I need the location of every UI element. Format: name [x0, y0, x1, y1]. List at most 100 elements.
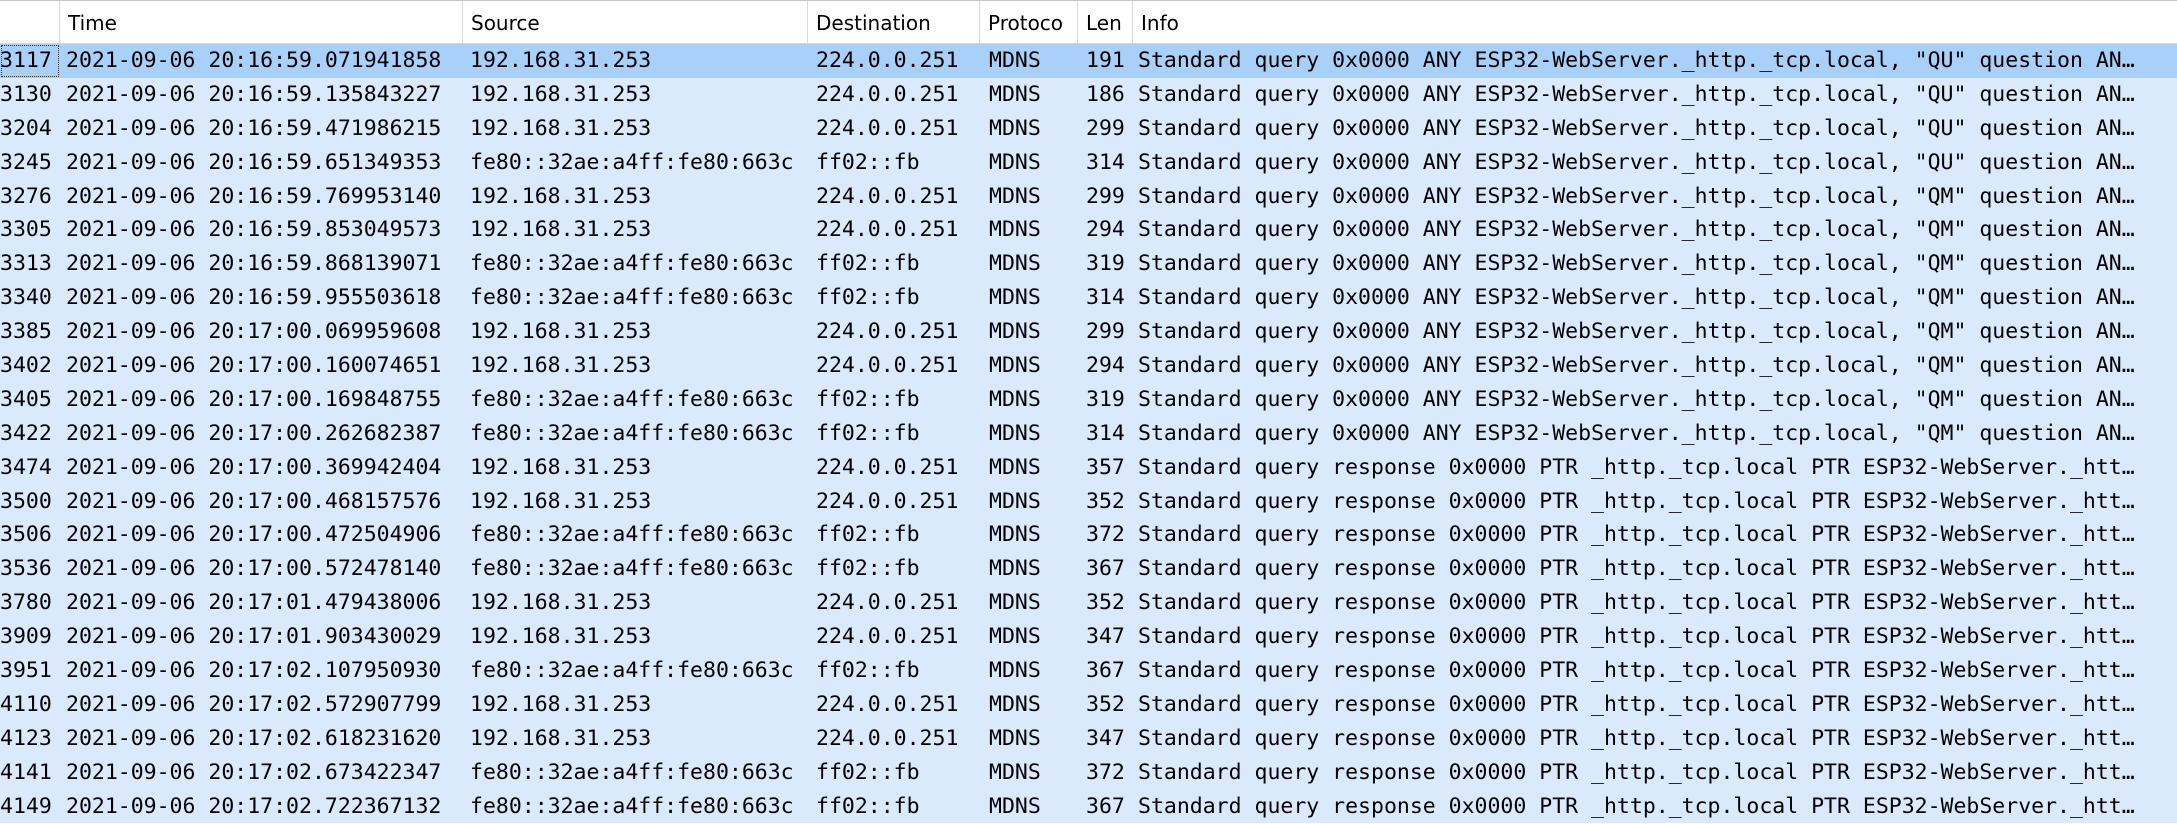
packet-info: Standard query response 0x0000 PTR _http… [1138, 590, 2135, 616]
packet-length: 367 [1086, 556, 1125, 582]
packet-protocol: MDNS [989, 149, 1041, 175]
packet-destination: 224.0.0.251 [816, 319, 959, 345]
table-row[interactable]: 3340 2021-09-06 20:16:59.955503618 fe80::3… [0, 281, 2177, 316]
table-row[interactable]: 3780 2021-09-06 20:17:01.479438006 192.168… [0, 586, 2177, 621]
packet-protocol: MDNS [989, 386, 1041, 412]
packet-protocol: MDNS [989, 454, 1041, 480]
packet-destination: 224.0.0.251 [816, 115, 959, 141]
packet-protocol: MDNS [989, 793, 1041, 819]
packet-number: 3506 [0, 522, 52, 548]
table-row[interactable]: 3117 2021-09-06 20:16:59.071941858 192.168… [0, 44, 2177, 78]
packet-length: 367 [1086, 793, 1125, 819]
packet-destination: ff02::fb [816, 386, 920, 412]
packet-number: 3500 [0, 488, 52, 514]
packet-destination: 224.0.0.251 [816, 454, 959, 480]
packet-number: 3422 [0, 420, 52, 446]
packet-info: Standard query 0x0000 ANY ESP32-WebServe… [1138, 115, 2135, 141]
table-row[interactable]: 3951 2021-09-06 20:17:02.107950930 fe80::3… [0, 654, 2177, 688]
table-row[interactable]: 3276 2021-09-06 20:16:59.769953140 192.168… [0, 179, 2177, 214]
packet-info: Standard query response 0x0000 PTR _http… [1138, 725, 2135, 751]
packet-number: 4123 [0, 725, 52, 751]
table-row[interactable]: 3402 2021-09-06 20:17:00.160074651 192.168… [0, 349, 2177, 383]
packet-number: 3474 [0, 454, 52, 480]
packet-protocol: MDNS [989, 81, 1041, 107]
packet-info: Standard query response 0x0000 PTR _http… [1138, 691, 2135, 717]
packet-protocol: MDNS [989, 251, 1041, 277]
packet-destination: ff02::fb [816, 793, 920, 819]
packet-source: fe80::32ae:a4ff:fe80:663c [470, 149, 794, 175]
packet-length: 186 [1086, 81, 1125, 107]
table-row[interactable]: 3130 2021-09-06 20:16:59.135843227 192.168… [0, 77, 2177, 112]
column-header-time[interactable]: Time [60, 1, 463, 43]
table-row[interactable]: 4141 2021-09-06 20:17:02.673422347 fe80::3… [0, 755, 2177, 790]
packet-number: 4110 [0, 691, 52, 717]
packet-info: Standard query response 0x0000 PTR _http… [1138, 759, 2135, 785]
column-header-protocol[interactable]: Protoco [980, 1, 1078, 43]
packet-length: 347 [1086, 725, 1125, 751]
table-row[interactable]: 3305 2021-09-06 20:16:59.853049573 192.168… [0, 213, 2177, 248]
column-header-length[interactable]: Len [1078, 1, 1133, 43]
table-row[interactable]: 3204 2021-09-06 20:16:59.471986215 192.168… [0, 111, 2177, 146]
packet-info: Standard query response 0x0000 PTR _http… [1138, 624, 2135, 650]
packet-length: 314 [1086, 420, 1125, 446]
column-header-no[interactable] [0, 1, 60, 43]
packet-destination: ff02::fb [816, 658, 920, 684]
packet-number: 3204 [0, 115, 52, 141]
packet-time: 2021-09-06 20:16:59.135843227 [66, 81, 442, 107]
packet-source: 192.168.31.253 [470, 183, 652, 209]
packet-destination: ff02::fb [816, 556, 920, 582]
table-row[interactable]: 3245 2021-09-06 20:16:59.651349353 fe80::3… [0, 145, 2177, 180]
packet-time: 2021-09-06 20:17:00.262682387 [66, 420, 442, 446]
table-row[interactable]: 4149 2021-09-06 20:17:02.722367132 fe80::3… [0, 789, 2177, 824]
table-row[interactable]: 3474 2021-09-06 20:17:00.369942404 192.168… [0, 450, 2177, 485]
packet-length: 352 [1086, 488, 1125, 514]
packet-time: 2021-09-06 20:17:01.479438006 [66, 590, 442, 616]
packet-time: 2021-09-06 20:17:02.618231620 [66, 725, 442, 751]
table-row[interactable]: 3313 2021-09-06 20:16:59.868139071 fe80::3… [0, 247, 2177, 282]
column-header-destination[interactable]: Destination [808, 1, 980, 43]
packet-info: Standard query 0x0000 ANY ESP32-WebServe… [1138, 81, 2135, 107]
packet-info: Standard query response 0x0000 PTR _http… [1138, 454, 2135, 480]
packet-destination: ff02::fb [816, 522, 920, 548]
table-row[interactable]: 4110 2021-09-06 20:17:02.572907799 192.168… [0, 687, 2177, 722]
packet-destination: 224.0.0.251 [816, 725, 959, 751]
table-row[interactable]: 3385 2021-09-06 20:17:00.069959608 192.168… [0, 315, 2177, 350]
packet-length: 294 [1086, 353, 1125, 379]
packet-time: 2021-09-06 20:16:59.471986215 [66, 115, 442, 141]
column-header-source[interactable]: Source [463, 1, 808, 43]
packet-length: 352 [1086, 691, 1125, 717]
table-row[interactable]: 3536 2021-09-06 20:17:00.572478140 fe80::3… [0, 552, 2177, 587]
packet-info: Standard query response 0x0000 PTR _http… [1138, 793, 2135, 819]
packet-source: fe80::32ae:a4ff:fe80:663c [470, 793, 794, 819]
packet-source: 192.168.31.253 [470, 115, 652, 141]
packet-source: 192.168.31.253 [470, 353, 652, 379]
packet-length: 372 [1086, 522, 1125, 548]
packet-protocol: MDNS [989, 522, 1041, 548]
packet-source: fe80::32ae:a4ff:fe80:663c [470, 759, 794, 785]
packet-length: 372 [1086, 759, 1125, 785]
packet-protocol: MDNS [989, 658, 1041, 684]
packet-destination: 224.0.0.251 [816, 590, 959, 616]
table-row[interactable]: 3500 2021-09-06 20:17:00.468157576 192.168… [0, 484, 2177, 519]
packet-destination: 224.0.0.251 [816, 691, 959, 717]
packet-destination: ff02::fb [816, 759, 920, 785]
table-row[interactable]: 3405 2021-09-06 20:17:00.169848755 fe80::3… [0, 382, 2177, 417]
packet-number: 3780 [0, 590, 52, 616]
packet-info: Standard query response 0x0000 PTR _http… [1138, 556, 2135, 582]
table-row[interactable]: 3909 2021-09-06 20:17:01.903430029 192.168… [0, 620, 2177, 655]
table-row[interactable]: 3506 2021-09-06 20:17:00.472504906 fe80::3… [0, 518, 2177, 553]
packet-time: 2021-09-06 20:17:00.369942404 [66, 454, 442, 480]
packet-length: 299 [1086, 183, 1125, 209]
packet-info: Standard query response 0x0000 PTR _http… [1138, 522, 2135, 548]
packet-protocol: MDNS [989, 183, 1041, 209]
packet-protocol: MDNS [989, 691, 1041, 717]
packet-source: 192.168.31.253 [470, 691, 652, 717]
packet-info: Standard query 0x0000 ANY ESP32-WebServe… [1138, 149, 2135, 175]
table-row[interactable]: 4123 2021-09-06 20:17:02.618231620 192.168… [0, 721, 2177, 756]
packet-destination: 224.0.0.251 [816, 353, 959, 379]
table-row[interactable]: 3422 2021-09-06 20:17:00.262682387 fe80::3… [0, 416, 2177, 451]
packet-time: 2021-09-06 20:17:02.722367132 [66, 793, 442, 819]
packet-protocol: MDNS [989, 115, 1041, 141]
column-header-info[interactable]: Info [1133, 1, 2177, 43]
packet-info: Standard query 0x0000 ANY ESP32-WebServe… [1138, 386, 2135, 412]
